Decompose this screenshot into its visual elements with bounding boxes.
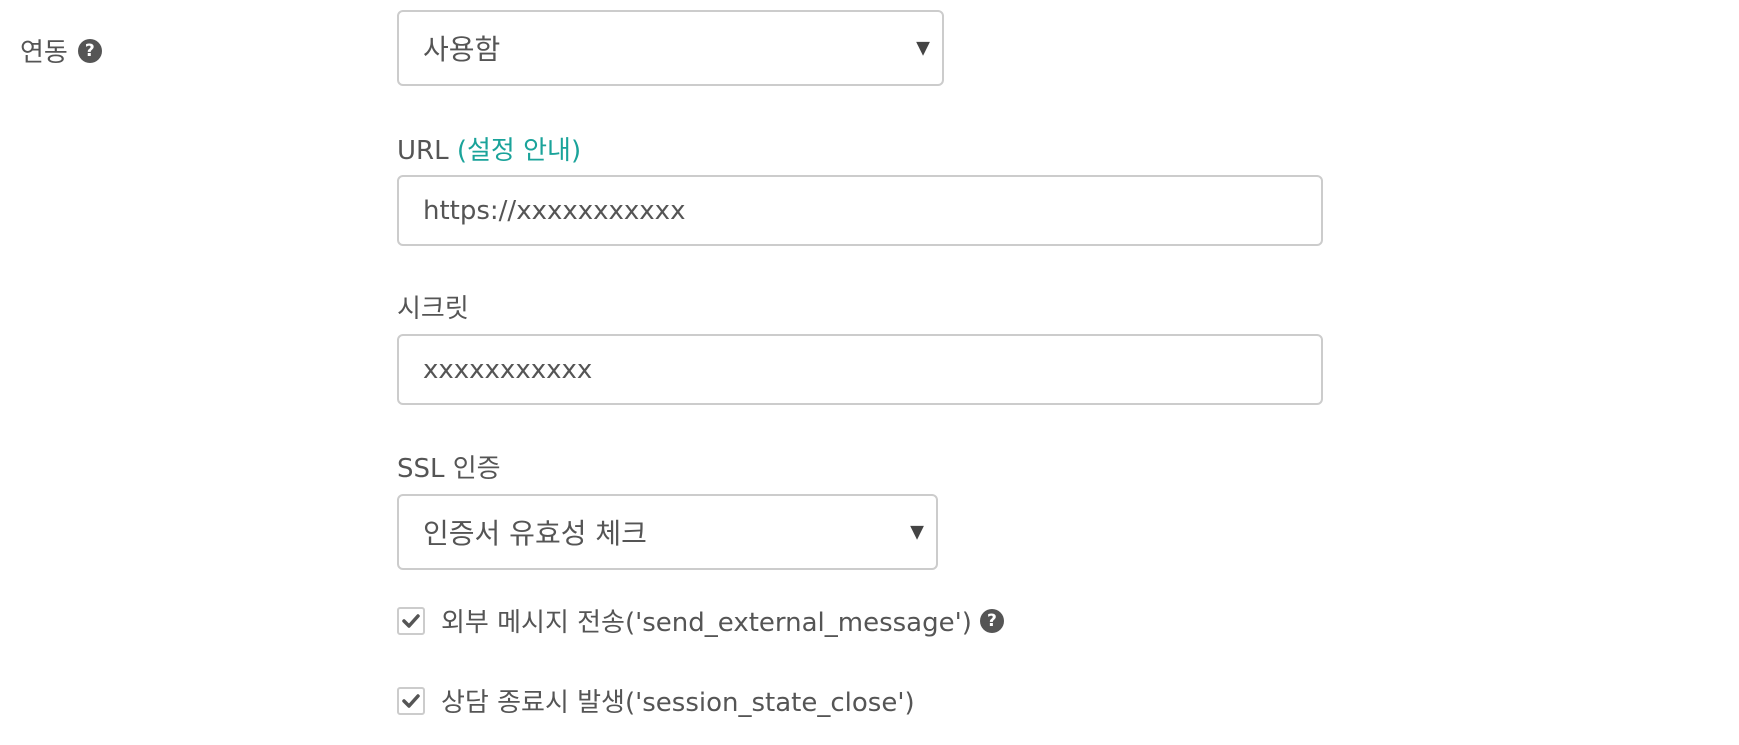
question-circle-icon[interactable]: ?	[979, 608, 1004, 633]
session-state-close-checkbox[interactable]	[397, 686, 425, 715]
chevron-down-icon: ▼	[916, 37, 930, 59]
secret-label: 시크릿	[397, 294, 469, 324]
integration-label-row: 연동 ?	[20, 32, 102, 69]
check-icon	[402, 613, 420, 628]
integration-select[interactable]: 사용함 ▼	[397, 10, 944, 86]
chevron-down-icon: ▼	[910, 521, 924, 543]
url-label: URL	[397, 136, 449, 166]
send-external-message-label: 외부 메시지 전송('send_external_message')	[441, 608, 972, 638]
url-label-row: URL (설정 안내)	[397, 130, 581, 167]
ssl-select-value: 인증서 유효성 체크	[423, 517, 647, 550]
session-state-close-label: 상담 종료시 발생('session_state_close')	[441, 688, 915, 718]
integration-select-value: 사용함	[423, 33, 501, 66]
ssl-select[interactable]: 인증서 유효성 체크 ▼	[397, 494, 938, 570]
secret-input-value: xxxxxxxxxxx	[423, 354, 593, 385]
check-icon	[402, 693, 420, 708]
url-input-value: https://xxxxxxxxxxx	[423, 195, 686, 226]
url-input[interactable]: https://xxxxxxxxxxx	[397, 175, 1323, 246]
send-external-message-option[interactable]: 외부 메시지 전송('send_external_message') ?	[397, 602, 1004, 639]
settings-guide-link[interactable]: (설정 안내)	[457, 136, 581, 166]
secret-input[interactable]: xxxxxxxxxxx	[397, 334, 1323, 405]
question-circle-icon[interactable]: ?	[77, 38, 102, 63]
integration-label: 연동	[20, 38, 68, 68]
ssl-label: SSL 인증	[397, 454, 501, 484]
send-external-message-checkbox[interactable]	[397, 606, 425, 635]
session-state-close-option[interactable]: 상담 종료시 발생('session_state_close')	[397, 682, 915, 719]
